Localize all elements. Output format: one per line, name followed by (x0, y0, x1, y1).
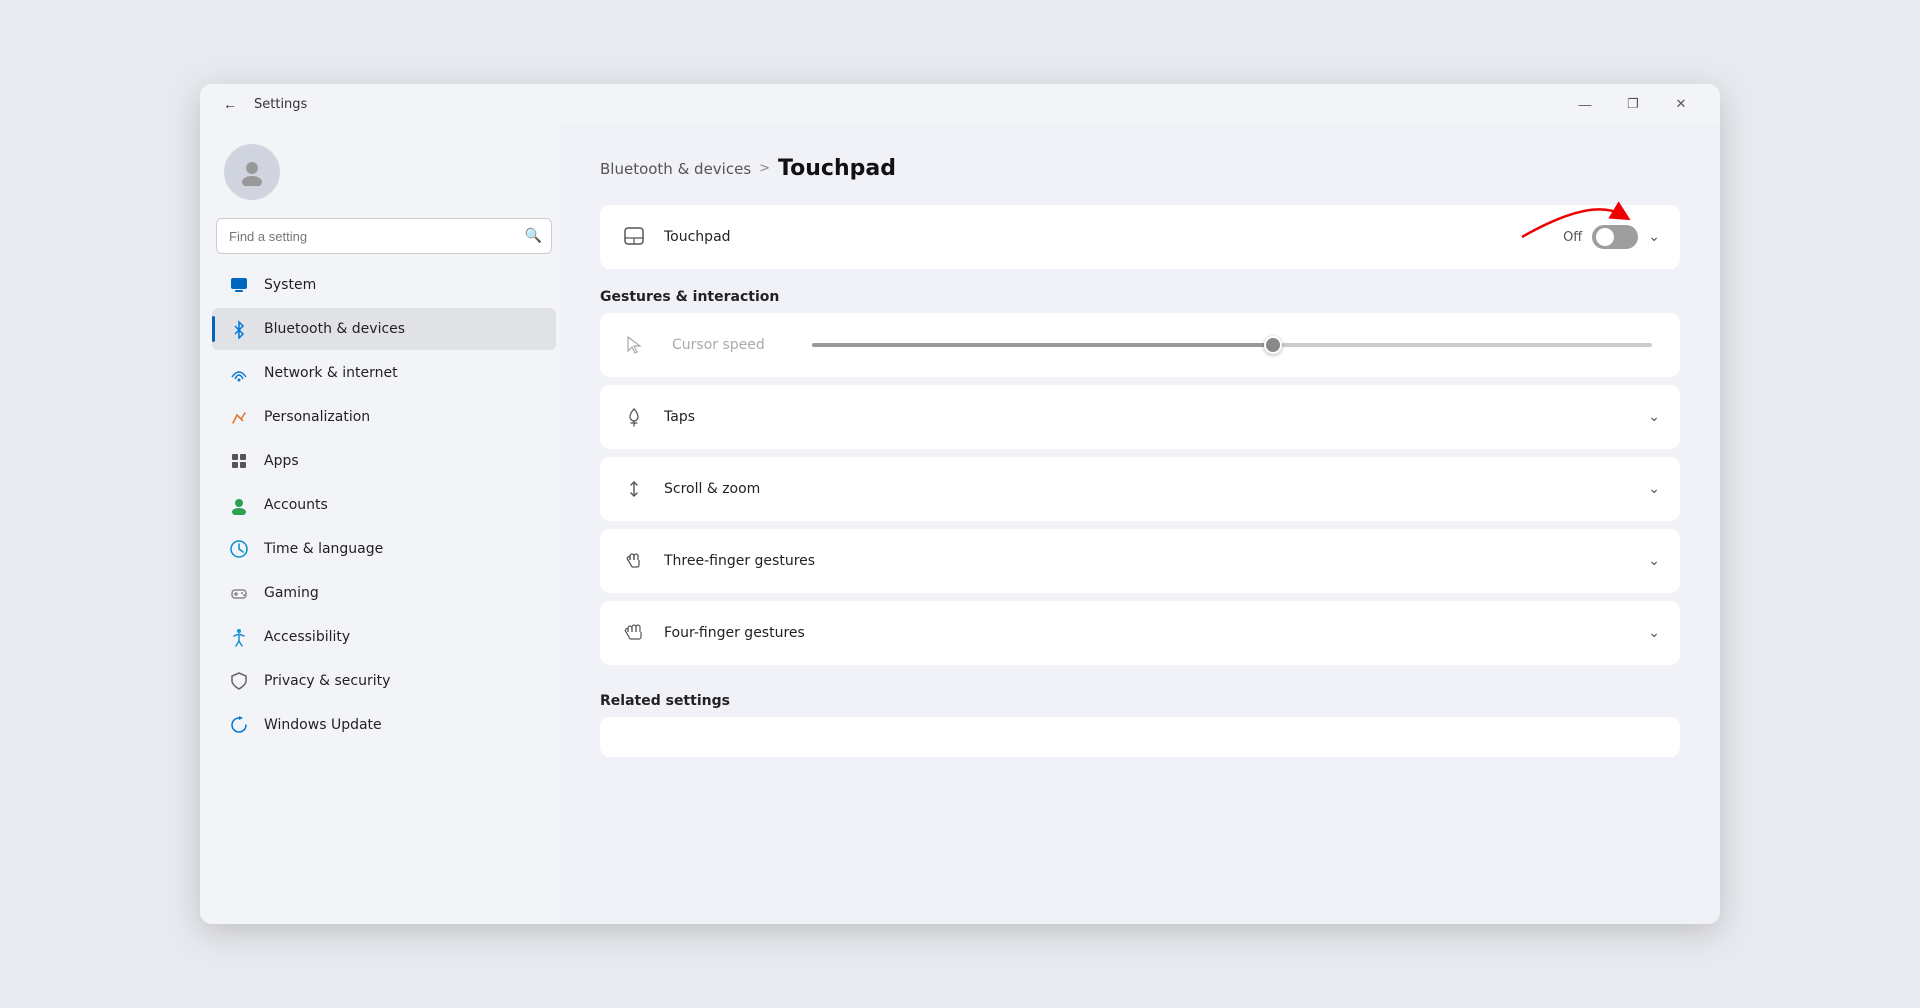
content-area: 🔍 System Bluetooth & device (200, 124, 1720, 924)
settings-window: ← Settings — ❐ ✕ 🔍 (200, 84, 1720, 924)
titlebar-title: Settings (254, 97, 307, 112)
back-button[interactable]: ← (216, 90, 244, 118)
sidebar-item-update[interactable]: Windows Update (212, 704, 556, 746)
breadcrumb-current: Touchpad (778, 156, 896, 181)
related-settings-row (600, 717, 1680, 757)
scroll-zoom-chevron-wrap: ⌄ (1648, 481, 1660, 497)
touchpad-card: Touchpad Off ⌄ (600, 205, 1680, 269)
touchpad-chevron[interactable]: ⌄ (1648, 229, 1660, 245)
three-finger-chevron[interactable]: ⌄ (1648, 553, 1660, 569)
breadcrumb: Bluetooth & devices > Touchpad (600, 156, 1680, 181)
touchpad-controls: Off ⌄ (1563, 225, 1660, 249)
sidebar-item-update-label: Windows Update (264, 717, 382, 733)
four-finger-icon (620, 619, 648, 647)
sidebar-item-gaming[interactable]: Gaming (212, 572, 556, 614)
system-icon (228, 274, 250, 296)
update-icon (228, 714, 250, 736)
avatar (224, 144, 280, 200)
privacy-icon (228, 670, 250, 692)
search-input[interactable] (216, 218, 552, 254)
scroll-zoom-card: Scroll & zoom ⌄ (600, 457, 1680, 521)
close-button[interactable]: ✕ (1658, 88, 1704, 120)
three-finger-chevron-wrap: ⌄ (1648, 553, 1660, 569)
titlebar-controls: — ❐ ✕ (1562, 88, 1704, 120)
cursor-speed-slider[interactable] (812, 343, 1652, 347)
taps-chevron-wrap: ⌄ (1648, 409, 1660, 425)
main-content: Bluetooth & devices > Touchpad (560, 124, 1720, 924)
cursor-speed-slider-wrap: Cursor speed (664, 337, 1660, 353)
touchpad-icon (620, 223, 648, 251)
bluetooth-icon (228, 318, 250, 340)
four-finger-chevron[interactable]: ⌄ (1648, 625, 1660, 641)
four-finger-row[interactable]: Four-finger gestures ⌄ (600, 601, 1680, 665)
sidebar: 🔍 System Bluetooth & device (200, 124, 560, 924)
time-icon (228, 538, 250, 560)
cursor-speed-card: Cursor speed (600, 313, 1680, 377)
network-icon (228, 362, 250, 384)
sidebar-item-network-label: Network & internet (264, 365, 398, 381)
sidebar-item-apps[interactable]: Apps (212, 440, 556, 482)
sidebar-item-privacy-label: Privacy & security (264, 673, 390, 689)
cursor-speed-label: Cursor speed (672, 337, 792, 353)
taps-icon (620, 403, 648, 431)
touchpad-toggle-label: Off (1563, 230, 1582, 245)
apps-icon (228, 450, 250, 472)
sidebar-item-bluetooth-label: Bluetooth & devices (264, 321, 405, 337)
sidebar-item-time[interactable]: Time & language (212, 528, 556, 570)
gaming-icon (228, 582, 250, 604)
toggle-thumb (1596, 228, 1614, 246)
accounts-icon (228, 494, 250, 516)
sidebar-item-accessibility-label: Accessibility (264, 629, 350, 645)
scroll-zoom-chevron[interactable]: ⌄ (1648, 481, 1660, 497)
cursor-speed-row: Cursor speed (600, 313, 1680, 377)
maximize-button[interactable]: ❐ (1610, 88, 1656, 120)
accessibility-icon (228, 626, 250, 648)
three-finger-card: Three-finger gestures ⌄ (600, 529, 1680, 593)
sidebar-item-bluetooth[interactable]: Bluetooth & devices (212, 308, 556, 350)
cursor-icon (620, 331, 648, 359)
personalization-icon (228, 406, 250, 428)
three-finger-row[interactable]: Three-finger gestures ⌄ (600, 529, 1680, 593)
sidebar-item-accounts-label: Accounts (264, 497, 328, 513)
breadcrumb-parent: Bluetooth & devices (600, 160, 751, 178)
sidebar-item-system[interactable]: System (212, 264, 556, 306)
taps-label: Taps (664, 409, 1632, 425)
scroll-zoom-label: Scroll & zoom (664, 481, 1632, 497)
sidebar-item-time-label: Time & language (264, 541, 383, 557)
sidebar-item-gaming-label: Gaming (264, 585, 319, 601)
minimize-button[interactable]: — (1562, 88, 1608, 120)
sidebar-item-system-label: System (264, 277, 316, 293)
three-finger-label: Three-finger gestures (664, 553, 1632, 569)
scroll-zoom-icon (620, 475, 648, 503)
sidebar-item-personalization[interactable]: Personalization (212, 396, 556, 438)
sidebar-item-accessibility[interactable]: Accessibility (212, 616, 556, 658)
four-finger-label: Four-finger gestures (664, 625, 1632, 641)
related-settings-card (600, 717, 1680, 757)
three-finger-icon (620, 547, 648, 575)
titlebar: ← Settings — ❐ ✕ (200, 84, 1720, 124)
search-box: 🔍 (216, 218, 552, 254)
related-settings-title: Related settings (600, 693, 1680, 709)
four-finger-chevron-wrap: ⌄ (1648, 625, 1660, 641)
taps-chevron[interactable]: ⌄ (1648, 409, 1660, 425)
sidebar-item-accounts[interactable]: Accounts (212, 484, 556, 526)
taps-row[interactable]: Taps ⌄ (600, 385, 1680, 449)
sidebar-item-network[interactable]: Network & internet (212, 352, 556, 394)
user-avatar-section (208, 132, 560, 216)
search-icon: 🔍 (525, 228, 542, 244)
touchpad-card-wrap: Touchpad Off ⌄ (600, 205, 1680, 269)
sidebar-item-privacy[interactable]: Privacy & security (212, 660, 556, 702)
breadcrumb-separator: > (759, 161, 770, 176)
gestures-section-title: Gestures & interaction (600, 289, 1680, 305)
titlebar-left: ← Settings (216, 90, 1562, 118)
touchpad-label: Touchpad (664, 229, 1547, 245)
taps-card: Taps ⌄ (600, 385, 1680, 449)
sidebar-item-apps-label: Apps (264, 453, 299, 469)
touchpad-row: Touchpad Off ⌄ (600, 205, 1680, 269)
touchpad-toggle[interactable] (1592, 225, 1638, 249)
sidebar-item-personalization-label: Personalization (264, 409, 370, 425)
four-finger-card: Four-finger gestures ⌄ (600, 601, 1680, 665)
scroll-zoom-row[interactable]: Scroll & zoom ⌄ (600, 457, 1680, 521)
